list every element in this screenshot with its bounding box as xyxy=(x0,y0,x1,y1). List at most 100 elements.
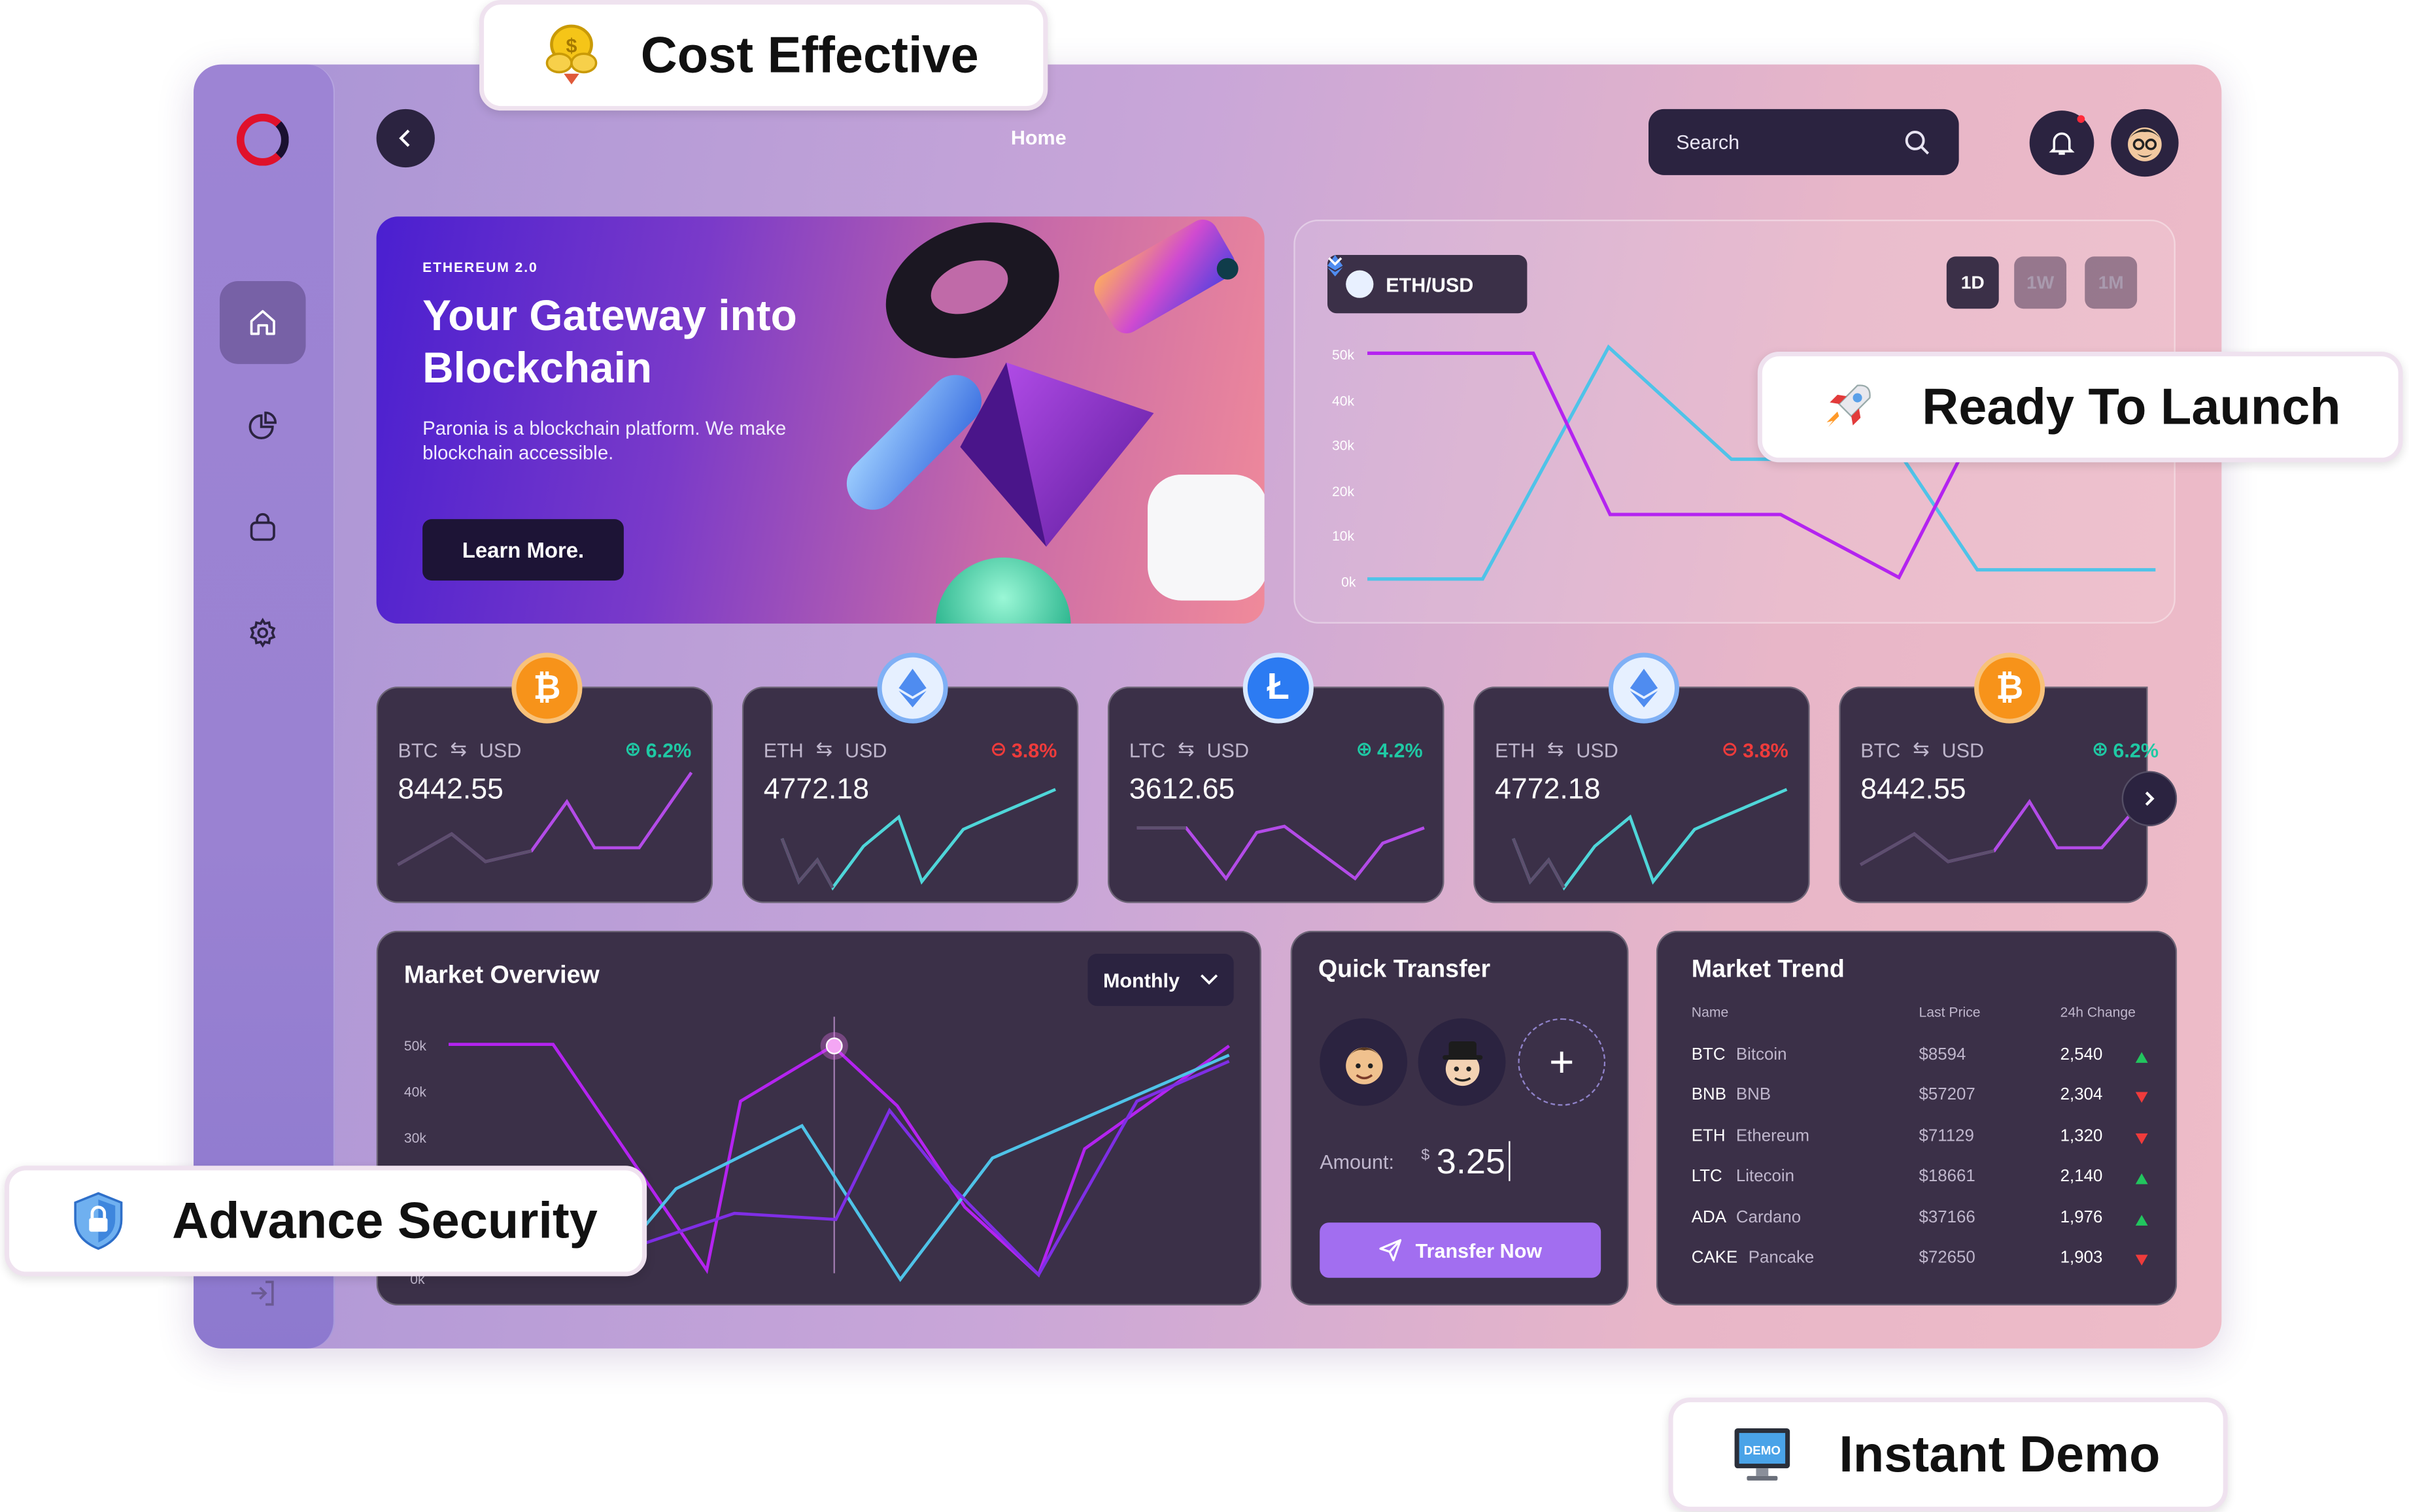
market-trend-title: Market Trend xyxy=(1691,956,1845,983)
add-contact-button[interactable]: + xyxy=(1518,1018,1606,1106)
logout-icon xyxy=(251,1281,274,1306)
sidebar-item-analytics[interactable] xyxy=(220,384,306,467)
monitor-icon: DEMO xyxy=(1732,1425,1793,1483)
hero-tag: ETHEREUM 2.0 xyxy=(422,260,538,275)
sidebar-item-wallet[interactable] xyxy=(220,487,306,570)
trend-down-icon xyxy=(2135,1133,2148,1145)
row-change: 1,320 xyxy=(2060,1127,2103,1146)
row-price: $18661 xyxy=(1919,1167,1975,1186)
row-price: $57207 xyxy=(1919,1086,1975,1105)
table-row[interactable]: ETH Ethereum $71129 1,320 xyxy=(1691,1127,2148,1155)
trend-up-icon xyxy=(2135,1052,2148,1063)
ticker-card[interactable]: ETH ⇆ USD ⊖ 3.8% 4772.18 xyxy=(742,652,1079,903)
user-avatar[interactable] xyxy=(2111,109,2179,177)
hero-3d-shapes xyxy=(846,219,1265,624)
y-tick-40k: 40k xyxy=(1332,394,1354,409)
advance-security-label: Advance Security xyxy=(172,1192,598,1249)
table-row[interactable]: CAKE Pancake $72650 1,903 xyxy=(1692,1249,2148,1276)
send-icon xyxy=(1380,1239,1402,1262)
y-tick-10k: 10k xyxy=(1332,529,1354,544)
sidebar xyxy=(194,64,335,1349)
row-price: $71129 xyxy=(1919,1127,1974,1146)
amount-input[interactable]: 3.25 xyxy=(1437,1141,1511,1181)
table-row[interactable]: LTC Litecoin $18661 2,140 xyxy=(1691,1167,2148,1195)
dashboard-window: Home ETHEREUM 2.0 Your Gateway into Bloc… xyxy=(194,64,2222,1349)
y-tick-30k: 30k xyxy=(1332,438,1354,453)
ticker-sparkline xyxy=(1860,799,2142,866)
transfer-now-button[interactable]: Transfer Now xyxy=(1320,1222,1601,1278)
row-change: 1,976 xyxy=(2060,1209,2103,1228)
sidebar-item-settings[interactable] xyxy=(220,592,306,675)
learn-more-button[interactable]: Learn More. xyxy=(422,519,624,581)
trend-down-icon xyxy=(2135,1254,2148,1266)
ticker-sparkline xyxy=(397,771,693,866)
column-header-name: Name xyxy=(1691,1004,1729,1020)
y-tick-50k: 50k xyxy=(1332,348,1354,363)
row-change: 1,903 xyxy=(2060,1249,2103,1268)
memoji-hat-icon xyxy=(1442,1040,1482,1085)
search-icon[interactable] xyxy=(1904,128,1931,156)
bell-icon xyxy=(2049,132,2075,155)
search-bar[interactable] xyxy=(1649,109,1959,175)
coins-icon: $ xyxy=(542,23,600,88)
app-logo[interactable] xyxy=(236,113,289,166)
row-change: 2,540 xyxy=(2060,1046,2103,1065)
avatar-face-icon xyxy=(2128,127,2162,161)
row-name: Cardano xyxy=(1735,1209,1802,1228)
row-symbol: ADA xyxy=(1691,1209,1726,1228)
row-price: $72650 xyxy=(1919,1249,1975,1268)
y-tick-20k: 20k xyxy=(1332,484,1354,499)
monitor-demo-text: DEMO xyxy=(1744,1443,1781,1457)
row-price: $37166 xyxy=(1919,1209,1975,1228)
trend-up-icon xyxy=(2135,1173,2148,1184)
ticker-card[interactable]: ₿ BTC ⇆ USD ⊕ 6.2% 8442.55 xyxy=(1839,652,2159,903)
advance-security-badge: Advance Security xyxy=(5,1166,647,1277)
hover-point[interactable] xyxy=(825,1037,843,1054)
column-header-last-price: Last Price xyxy=(1919,1004,1981,1020)
ticker-sparkline xyxy=(780,788,1057,891)
amount-label: Amount: xyxy=(1320,1150,1394,1174)
back-button[interactable] xyxy=(376,109,435,168)
row-name: Ethereum xyxy=(1735,1127,1810,1146)
chevron-right-icon xyxy=(2145,791,2155,806)
series-cyan-line xyxy=(604,1053,1230,1283)
chevron-left-icon xyxy=(399,129,410,147)
market-trend-panel: Market Trend Name Last Price 24h Change … xyxy=(1656,930,2178,1306)
instant-demo-label: Instant Demo xyxy=(1839,1425,2161,1483)
row-symbol: BNB xyxy=(1691,1086,1726,1105)
table-row[interactable]: BNB BNB $57207 2,304 xyxy=(1691,1086,2148,1113)
sidebar-item-home[interactable] xyxy=(219,280,306,364)
svg-text:$: $ xyxy=(566,35,577,57)
trend-up-icon xyxy=(2135,1215,2148,1226)
ticker-card[interactable]: ₿ BTC ⇆ USD ⊕ 6.2% 8442.55 xyxy=(376,652,713,903)
row-symbol: LTC xyxy=(1691,1167,1722,1186)
gear-icon xyxy=(250,618,276,648)
rocket-icon xyxy=(1820,379,1876,435)
row-name: BNB xyxy=(1735,1086,1771,1105)
row-symbol: ETH xyxy=(1691,1127,1726,1146)
hero-description: Paronia is a blockchain platform. We mak… xyxy=(422,418,787,464)
quick-transfer-panel: Quick Transfer + Amount: $ 3.25 Transfer… xyxy=(1290,930,1629,1306)
hero-banner: ETHEREUM 2.0 Your Gateway into Blockchai… xyxy=(376,216,1265,624)
cost-effective-badge: $ Cost Effective xyxy=(479,0,1048,111)
contact-avatar[interactable] xyxy=(1418,1018,1506,1106)
y-tick-30k: 30k xyxy=(404,1131,426,1146)
row-name: Bitcoin xyxy=(1735,1046,1787,1065)
ticker-card[interactable]: ETH ⇆ USD ⊖ 3.8% 4772.18 xyxy=(1473,652,1810,903)
cost-effective-label: Cost Effective xyxy=(640,25,979,83)
row-change: 2,140 xyxy=(2060,1167,2103,1186)
table-row[interactable]: ADA Cardano $37166 1,976 xyxy=(1691,1209,2148,1236)
notifications-button[interactable] xyxy=(2029,110,2094,175)
plus-icon: + xyxy=(1549,1037,1575,1085)
y-tick-40k: 40k xyxy=(404,1085,426,1100)
column-header-24h-change: 24h Change xyxy=(2060,1004,2136,1020)
ticker-next-button[interactable] xyxy=(2121,771,2178,827)
y-tick-0k: 0k xyxy=(1341,575,1356,590)
contact-avatar[interactable] xyxy=(1320,1018,1408,1106)
table-row[interactable]: BTC Bitcoin $8594 2,540 xyxy=(1692,1046,2148,1073)
ticker-card[interactable]: Ł LTC ⇆ USD ⊕ 4.2% 3612.65 xyxy=(1107,652,1444,903)
search-input[interactable] xyxy=(1676,130,1892,154)
canvas: Home ETHEREUM 2.0 Your Gateway into Bloc… xyxy=(0,0,2409,1511)
hero-title: Your Gateway into Blockchain xyxy=(422,292,797,392)
row-price: $8594 xyxy=(1919,1046,1966,1065)
